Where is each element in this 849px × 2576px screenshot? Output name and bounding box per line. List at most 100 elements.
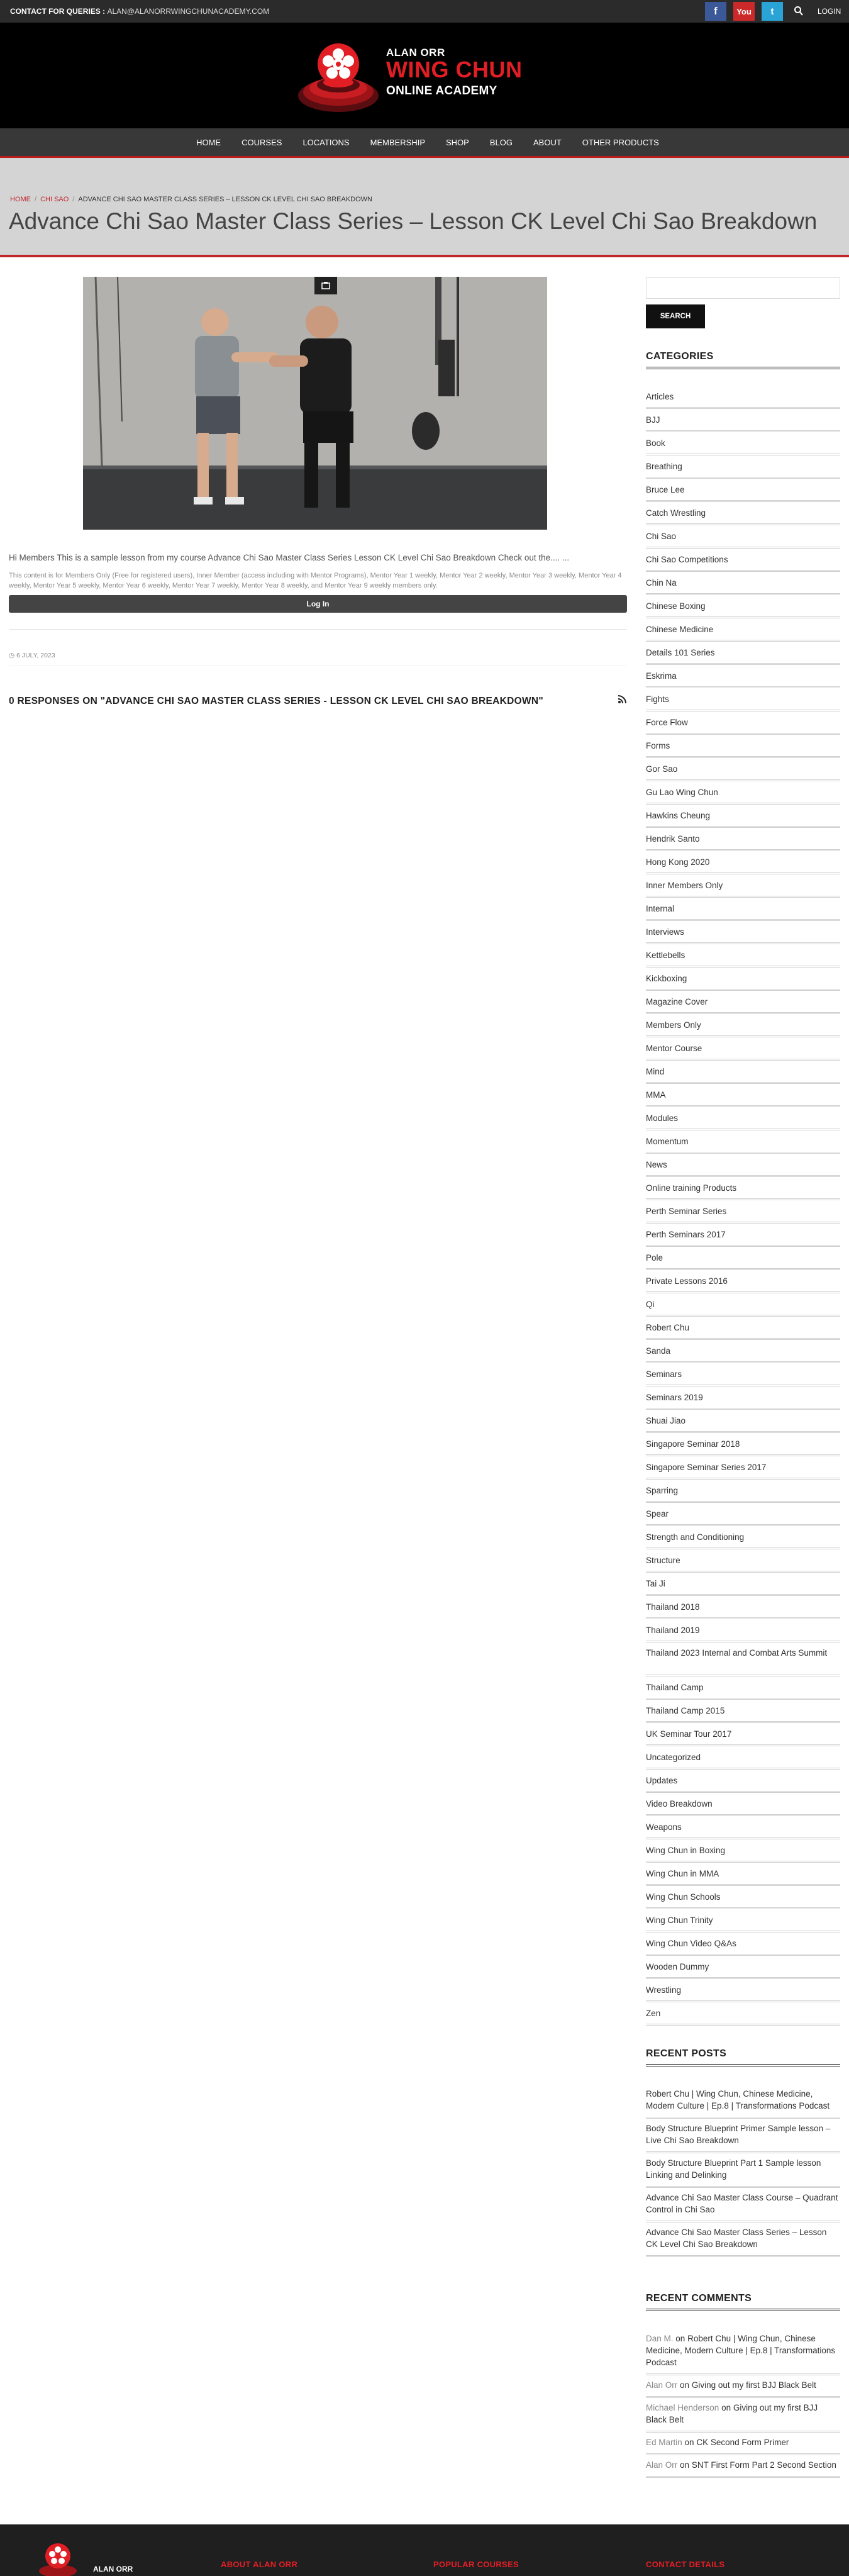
category-item[interactable]: Chi Sao Competitions (646, 549, 840, 572)
category-item[interactable]: Mentor Course (646, 1037, 840, 1061)
category-item[interactable]: Thailand 2019 (646, 1619, 840, 1642)
category-item[interactable]: Shuai Jiao (646, 1410, 840, 1433)
category-item[interactable]: Interviews (646, 921, 840, 944)
category-item[interactable]: Wing Chun Trinity (646, 1909, 840, 1932)
category-item[interactable]: Details 101 Series (646, 642, 840, 665)
category-item[interactable]: Wing Chun in Boxing (646, 1839, 840, 1863)
comment-post-link[interactable]: Giving out my first BJJ Black Belt (692, 2380, 816, 2390)
search-icon[interactable] (794, 6, 804, 17)
category-item[interactable]: Perth Seminars 2017 (646, 1224, 840, 1247)
comment-post-link[interactable]: SNT First Form Part 2 Second Section (692, 2460, 836, 2470)
nav-blog[interactable]: BLOG (490, 138, 513, 147)
breadcrumb-category[interactable]: CHI SAO (40, 196, 69, 203)
youtube-icon[interactable]: You (733, 2, 755, 21)
category-item[interactable]: Strength and Conditioning (646, 1526, 840, 1549)
category-item[interactable]: Modules (646, 1107, 840, 1130)
recent-post-item[interactable]: Body Structure Blueprint Primer Sample l… (646, 2119, 840, 2153)
comment-author[interactable]: Alan Orr (646, 2380, 677, 2390)
category-item[interactable]: Online training Products (646, 1177, 840, 1200)
category-item[interactable]: Wooden Dummy (646, 1956, 840, 1979)
comment-post-link[interactable]: Robert Chu | Wing Chun, Chinese Medicine… (646, 2334, 835, 2367)
category-item[interactable]: Hendrik Santo (646, 828, 840, 851)
site-logo[interactable]: ALAN ORR WING CHUN ONLINE ACADEMY (294, 34, 546, 122)
category-item[interactable]: Singapore Seminar Series 2017 (646, 1456, 840, 1480)
nav-locations[interactable]: LOCATIONS (302, 138, 349, 147)
category-item[interactable]: Book (646, 432, 840, 455)
comment-author[interactable]: Dan M. (646, 2334, 674, 2343)
category-item[interactable]: Seminars (646, 1363, 840, 1386)
category-item[interactable]: Catch Wrestling (646, 502, 840, 525)
category-item[interactable]: Chinese Boxing (646, 595, 840, 618)
category-item[interactable]: Members Only (646, 1014, 840, 1037)
category-item[interactable]: Perth Seminar Series (646, 1200, 840, 1224)
rss-icon[interactable] (618, 695, 626, 703)
nav-home[interactable]: HOME (196, 138, 221, 147)
comment-post-link[interactable]: CK Second Form Primer (696, 2438, 789, 2447)
category-item[interactable]: Kettlebells (646, 944, 840, 967)
category-item[interactable]: Hawkins Cheung (646, 805, 840, 828)
category-item[interactable]: Articles (646, 386, 840, 409)
category-item[interactable]: Momentum (646, 1130, 840, 1154)
category-item[interactable]: Zen (646, 2002, 840, 2026)
nav-about[interactable]: ABOUT (533, 138, 562, 147)
sidebar-search-button[interactable]: SEARCH (646, 304, 705, 328)
category-item[interactable]: Private Lessons 2016 (646, 1270, 840, 1293)
category-item[interactable]: Robert Chu (646, 1317, 840, 1340)
category-item[interactable]: Thailand 2023 Internal and Combat Arts S… (646, 1642, 840, 1676)
category-item[interactable]: Tai Ji (646, 1573, 840, 1596)
comment-author[interactable]: Alan Orr (646, 2460, 677, 2470)
category-item[interactable]: Video Breakdown (646, 1793, 840, 1816)
category-item[interactable]: Force Flow (646, 711, 840, 735)
category-item[interactable]: BJJ (646, 409, 840, 432)
category-item[interactable]: Seminars 2019 (646, 1386, 840, 1410)
nav-shop[interactable]: SHOP (446, 138, 469, 147)
category-item[interactable]: Thailand 2018 (646, 1596, 840, 1619)
featured-image[interactable] (83, 277, 547, 530)
category-item[interactable]: Wing Chun Video Q&As (646, 1932, 840, 1956)
category-item[interactable]: Pole (646, 1247, 840, 1270)
category-item[interactable]: Fights (646, 688, 840, 711)
category-item[interactable]: Chi Sao (646, 525, 840, 549)
login-button[interactable]: Log In (9, 595, 627, 613)
recent-post-item[interactable]: Advance Chi Sao Master Class Course – Qu… (646, 2188, 840, 2222)
category-item[interactable]: Spear (646, 1503, 840, 1526)
category-item[interactable]: Inner Members Only (646, 874, 840, 898)
category-item[interactable]: Thailand Camp 2015 (646, 1700, 840, 1723)
category-item[interactable]: Eskrima (646, 665, 840, 688)
category-item[interactable]: Magazine Cover (646, 991, 840, 1014)
category-item[interactable]: Chin Na (646, 572, 840, 595)
category-item[interactable]: Wrestling (646, 1979, 840, 2002)
category-item[interactable]: Uncategorized (646, 1746, 840, 1770)
category-item[interactable]: Thailand Camp (646, 1676, 840, 1700)
nav-other-products[interactable]: OTHER PRODUCTS (582, 138, 659, 147)
recent-post-item[interactable]: Advance Chi Sao Master Class Series – Le… (646, 2222, 840, 2257)
category-item[interactable]: Wing Chun in MMA (646, 1863, 840, 1886)
category-item[interactable]: Updates (646, 1770, 840, 1793)
category-item[interactable]: Qi (646, 1293, 840, 1317)
category-item[interactable]: UK Seminar Tour 2017 (646, 1723, 840, 1746)
nav-courses[interactable]: COURSES (241, 138, 282, 147)
category-item[interactable]: Singapore Seminar 2018 (646, 1433, 840, 1456)
category-item[interactable]: Wing Chun Schools (646, 1886, 840, 1909)
facebook-icon[interactable]: f (705, 2, 726, 21)
category-item[interactable]: MMA (646, 1084, 840, 1107)
category-item[interactable]: Structure (646, 1549, 840, 1573)
category-item[interactable]: Internal (646, 898, 840, 921)
category-item[interactable]: Kickboxing (646, 967, 840, 991)
login-link[interactable]: LOGIN (818, 7, 841, 16)
comment-author[interactable]: Michael Henderson (646, 2403, 719, 2412)
twitter-icon[interactable]: t (762, 2, 783, 21)
category-item[interactable]: Forms (646, 735, 840, 758)
contact-email[interactable]: ALAN@ALANORRWINGCHUNACADEMY.COM (107, 7, 269, 16)
recent-post-item[interactable]: Body Structure Blueprint Part 1 Sample l… (646, 2153, 840, 2188)
recent-post-item[interactable]: Robert Chu | Wing Chun, Chinese Medicine… (646, 2084, 840, 2119)
category-item[interactable]: News (646, 1154, 840, 1177)
category-item[interactable]: Weapons (646, 1816, 840, 1839)
category-item[interactable]: Mind (646, 1061, 840, 1084)
category-item[interactable]: Gor Sao (646, 758, 840, 781)
category-item[interactable]: Bruce Lee (646, 479, 840, 502)
category-item[interactable]: Gu Lao Wing Chun (646, 781, 840, 805)
category-item[interactable]: Chinese Medicine (646, 618, 840, 642)
category-item[interactable]: Hong Kong 2020 (646, 851, 840, 874)
breadcrumb-home[interactable]: HOME (10, 196, 31, 203)
